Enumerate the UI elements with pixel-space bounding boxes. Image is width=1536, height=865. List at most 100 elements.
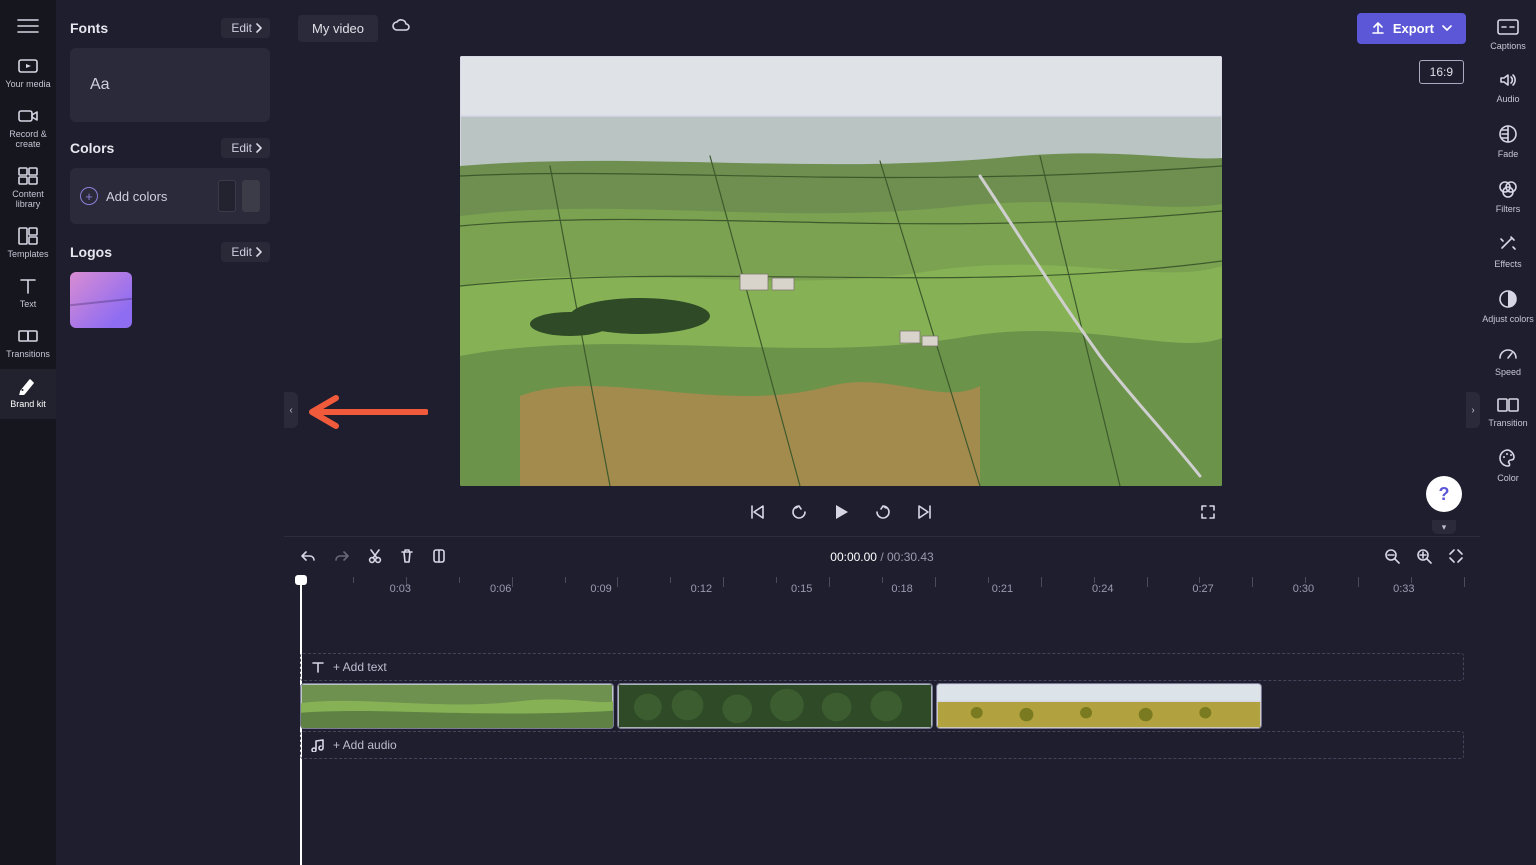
timeline-clip[interactable] [936, 683, 1262, 729]
timeline-toolbar: 00:00.00 / 00:30.43 [284, 537, 1480, 577]
prop-color[interactable]: Color [1480, 438, 1536, 493]
logos-edit-button[interactable]: Edit [221, 242, 270, 262]
fonts-heading: Fonts [70, 20, 108, 36]
nav-label: Transitions [6, 349, 50, 359]
nav-label: Your media [5, 79, 50, 89]
aspect-ratio-button[interactable]: 16:9 [1419, 60, 1464, 84]
project-name[interactable]: My video [298, 15, 378, 42]
logos-heading: Logos [70, 244, 112, 260]
logo-card[interactable] [70, 272, 132, 328]
expand-properties-button[interactable]: ▾ [1432, 520, 1456, 534]
colors-heading: Colors [70, 140, 114, 156]
prop-effects[interactable]: Effects [1480, 224, 1536, 279]
add-audio-track[interactable]: + Add audio [300, 731, 1464, 759]
transitions-icon [18, 327, 38, 345]
gauge-icon [1498, 344, 1518, 362]
upload-icon [1371, 21, 1385, 35]
nav-label: Content library [2, 189, 54, 209]
brandkit-icon [18, 377, 38, 395]
chevron-right-icon [254, 23, 264, 33]
prop-adjust-colors[interactable]: Adjust colors [1480, 279, 1536, 334]
prop-audio[interactable]: Audio [1480, 61, 1536, 114]
font-sample: Aa [90, 76, 110, 94]
sparkle-icon [1498, 234, 1518, 254]
add-colors-button[interactable]: + Add colors [80, 187, 208, 205]
prop-transition[interactable]: Transition [1480, 387, 1536, 438]
font-card[interactable]: Aa [70, 48, 270, 122]
text-icon [311, 660, 325, 674]
zoom-fit-button[interactable] [1448, 548, 1464, 567]
timeline-ruler[interactable]: 0:030:060:090:120:150:180:210:240:270:30… [300, 577, 1464, 605]
nav-templates[interactable]: Templates [0, 219, 56, 269]
undo-button[interactable] [300, 549, 316, 566]
palette-icon [1498, 448, 1518, 468]
help-button[interactable]: ? [1426, 476, 1462, 512]
contrast-icon [1498, 289, 1518, 309]
prop-speed[interactable]: Speed [1480, 334, 1536, 387]
nav-brand-kit[interactable]: Brand kit [0, 369, 56, 419]
collapse-right-tab[interactable]: › [1466, 392, 1480, 428]
record-icon [18, 107, 38, 125]
nav-record-create[interactable]: Record & create [0, 99, 56, 159]
prop-filters[interactable]: Filters [1480, 169, 1536, 224]
redo-button[interactable] [334, 549, 350, 566]
speaker-icon [1498, 71, 1518, 89]
nav-your-media[interactable]: Your media [0, 49, 56, 99]
delete-button[interactable] [400, 548, 414, 567]
zoom-out-button[interactable] [1384, 548, 1400, 567]
library-icon [18, 167, 38, 185]
nav-label: Templates [7, 249, 48, 259]
fonts-edit-button[interactable]: Edit [221, 18, 270, 38]
prop-captions[interactable]: Captions [1480, 8, 1536, 61]
swatch-1[interactable] [242, 180, 260, 212]
cloud-sync-icon[interactable] [386, 13, 416, 44]
player-controls [460, 494, 1222, 534]
top-bar: My video Export [284, 0, 1480, 56]
filters-icon [1497, 179, 1519, 199]
predefined-swatches [218, 180, 260, 212]
playhead-time: 00:00.00 / 00:30.43 [830, 550, 933, 564]
colors-edit-button[interactable]: Edit [221, 138, 270, 158]
split-button[interactable] [432, 548, 446, 567]
collapse-panel-tab[interactable]: ‹ [284, 392, 298, 428]
colors-row: + Add colors [70, 168, 270, 224]
export-button[interactable]: Export [1357, 13, 1466, 44]
chevron-down-icon [1442, 23, 1452, 33]
brandkit-panel: Fonts Edit Aa Colors Edit + Add colors L… [56, 0, 284, 865]
video-track[interactable] [300, 683, 1464, 729]
play-button[interactable] [832, 503, 850, 526]
timeline-clip[interactable] [617, 683, 933, 729]
add-text-track[interactable]: + Add text [300, 653, 1464, 681]
timeline-clip[interactable] [300, 683, 614, 729]
nav-label: Record & create [2, 129, 54, 149]
forward-button[interactable] [874, 503, 892, 526]
text-icon [19, 277, 37, 295]
transition-icon [1497, 397, 1519, 413]
prop-fade[interactable]: Fade [1480, 114, 1536, 169]
next-clip-button[interactable] [916, 504, 934, 525]
captions-icon [1497, 18, 1519, 36]
right-rail: Captions Audio Fade Filters Effects Adju… [1480, 0, 1536, 865]
nav-label: Text [20, 299, 37, 309]
nav-transitions[interactable]: Transitions [0, 319, 56, 369]
fade-icon [1498, 124, 1518, 144]
fullscreen-button[interactable] [1200, 504, 1216, 525]
media-icon [18, 57, 38, 75]
chevron-right-icon [254, 143, 264, 153]
timeline: 00:00.00 / 00:30.43 0:030:060:090:120:15… [284, 536, 1480, 865]
nav-label: Brand kit [10, 399, 46, 409]
chevron-right-icon [254, 247, 264, 257]
annotation-arrow [308, 394, 428, 430]
zoom-in-button[interactable] [1416, 548, 1432, 567]
cut-button[interactable] [368, 548, 382, 567]
back-button[interactable] [790, 503, 808, 526]
prev-clip-button[interactable] [748, 504, 766, 525]
plus-icon: + [80, 187, 98, 205]
video-preview[interactable] [460, 56, 1222, 486]
nav-content-library[interactable]: Content library [0, 159, 56, 219]
nav-text[interactable]: Text [0, 269, 56, 319]
swatch-0[interactable] [218, 180, 236, 212]
music-icon [311, 738, 325, 752]
hamburger-menu[interactable] [17, 18, 39, 39]
add-colors-label: Add colors [106, 189, 167, 204]
